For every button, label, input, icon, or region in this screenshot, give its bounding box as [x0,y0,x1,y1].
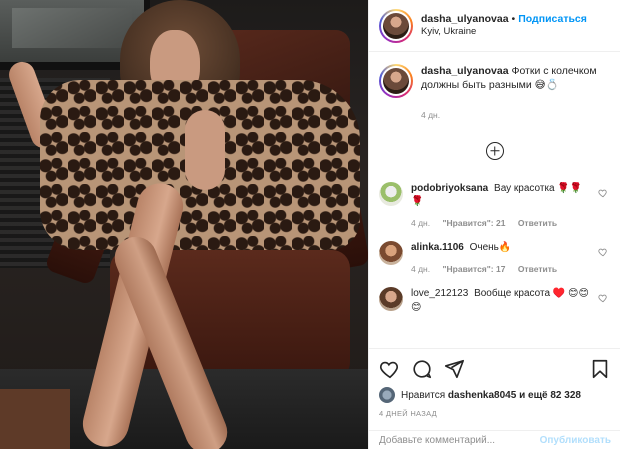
likes-prefix: Нравится [401,389,446,401]
caption-author-avatar[interactable] [379,64,413,98]
comment-time: 4 дн. [411,217,431,228]
bookmark-icon[interactable] [589,358,611,380]
comment-reply-button[interactable]: Ответить [518,218,557,228]
comment-likes[interactable]: "Нравится": 17 [442,264,505,274]
share-icon[interactable] [443,358,465,380]
add-comment-bar: Опубликовать [369,430,620,449]
post-side-panel: dasha_ulyanovaa • Подписаться Kyiv, Ukrain… [368,0,620,449]
publish-button[interactable]: Опубликовать [540,435,611,446]
comment-heart-icon[interactable] [598,293,608,303]
comment-likes[interactable]: "Нравится": 21 [442,218,505,228]
caption-username[interactable]: dasha_ulyanovaa [421,65,509,77]
post-time-ago[interactable]: 4 ДНЕЙ НАЗАД [379,409,611,418]
comment-heart-icon[interactable] [598,247,608,257]
comment-reply-button[interactable]: Ответить [518,264,557,274]
comment-icon[interactable] [411,358,433,380]
comment-heart-icon[interactable] [598,188,608,198]
comments-section[interactable]: dasha_ulyanovaa Фотки с колечком должны … [369,52,620,347]
post-header: dasha_ulyanovaa • Подписаться Kyiv, Ukrain… [369,0,620,52]
photo-chest [185,110,225,190]
post-photo[interactable] [0,0,368,449]
photo-table [0,389,70,449]
post-caption: dasha_ulyanovaa Фотки с колечком должны … [379,64,610,122]
comment-username[interactable]: alinka.1106 [411,242,464,253]
caption-time: 4 дн. [421,110,441,121]
comment-username[interactable]: podobriyoksana [411,183,488,194]
comment-input[interactable] [379,434,540,446]
comment-item: podobriyoksana Вау красотка 🌹🌹🌹 4 дн. "Н… [379,181,610,229]
liker-username[interactable]: dashenka8045 [448,390,516,401]
comment-avatar[interactable] [379,241,403,266]
comment-avatar[interactable] [379,287,403,312]
comment-item: love_212123 Вообще красота ♥️ 😊😊😊 [379,287,610,314]
likes-summary: Нравится dashenka8045 и ещё 82 328 [379,387,611,403]
author-avatar[interactable] [379,8,413,43]
likes-count[interactable]: и ещё 82 328 [519,390,581,401]
comment-username[interactable]: love_212123 [411,288,468,299]
liker-avatar[interactable] [379,387,395,403]
comment-item: alinka.1106 Очень🔥 4 дн. "Нравится": 17 … [379,241,610,275]
post-header-text: dasha_ulyanovaa • Подписаться Kyiv, Ukrain… [421,13,587,39]
follow-button[interactable]: Подписаться [518,13,587,25]
author-username[interactable]: dasha_ulyanovaa [421,13,509,25]
load-more-comments-icon[interactable] [485,141,504,160]
instagram-post-modal: dasha_ulyanovaa • Подписаться Kyiv, Ukrain… [0,0,620,449]
heart-icon[interactable] [379,358,401,380]
comment-time: 4 дн. [411,263,431,274]
comment-avatar[interactable] [379,181,403,206]
post-location[interactable]: Kyiv, Ukraine [421,26,587,38]
action-icons [379,355,611,383]
header-separator: • [511,12,516,25]
post-actions: Нравится dashenka8045 и ещё 82 328 4 ДНЕ… [369,348,620,418]
comment-text: Очень🔥 [469,242,512,254]
